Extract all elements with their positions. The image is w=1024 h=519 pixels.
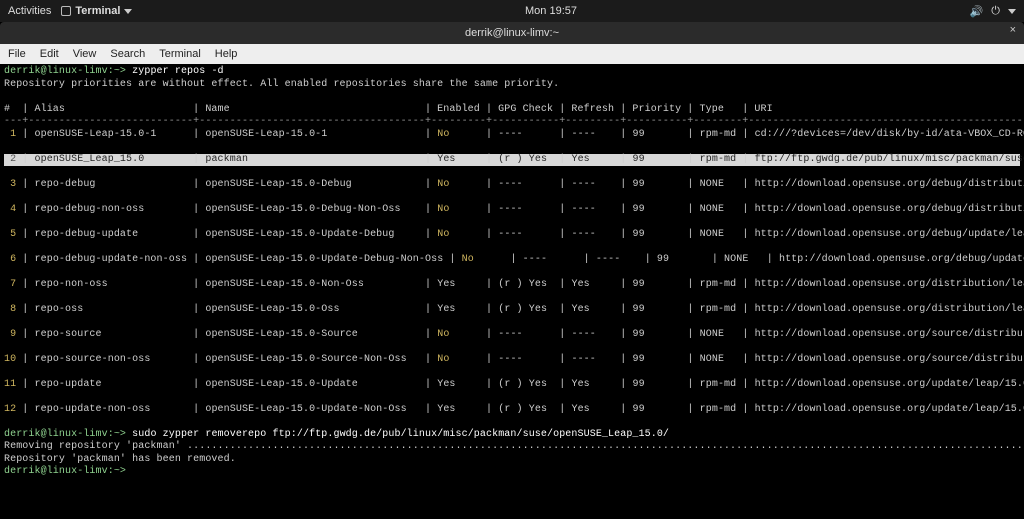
menu-bar: File Edit View Search Terminal Help [0, 44, 1024, 64]
app-menu-label: Terminal [75, 5, 120, 17]
window-title-bar: derrik@linux-limv:~ × [0, 22, 1024, 44]
app-menu[interactable]: Terminal [61, 5, 132, 17]
menu-search[interactable]: Search [110, 48, 145, 60]
clock[interactable]: Mon 19:57 [132, 5, 969, 17]
menu-edit[interactable]: Edit [40, 48, 59, 60]
terminal-output[interactable]: derrik@linux-limv:~> zypper repos -d Rep… [0, 64, 1024, 481]
volume-icon[interactable]: 🔊 [970, 5, 984, 18]
window-title: derrik@linux-limv:~ [465, 27, 559, 39]
menu-view[interactable]: View [73, 48, 97, 60]
power-icon[interactable]: ⏻ [991, 5, 1000, 18]
chevron-down-icon [124, 7, 132, 15]
activities-button[interactable]: Activities [8, 5, 51, 17]
terminal-icon [61, 6, 71, 16]
menu-help[interactable]: Help [215, 48, 238, 60]
menu-terminal[interactable]: Terminal [159, 48, 201, 60]
system-menu-chevron-icon[interactable] [1008, 7, 1016, 15]
gnome-top-bar: Activities Terminal Mon 19:57 🔊 ⏻ [0, 0, 1024, 22]
menu-file[interactable]: File [8, 48, 26, 60]
close-button[interactable]: × [1010, 24, 1016, 36]
